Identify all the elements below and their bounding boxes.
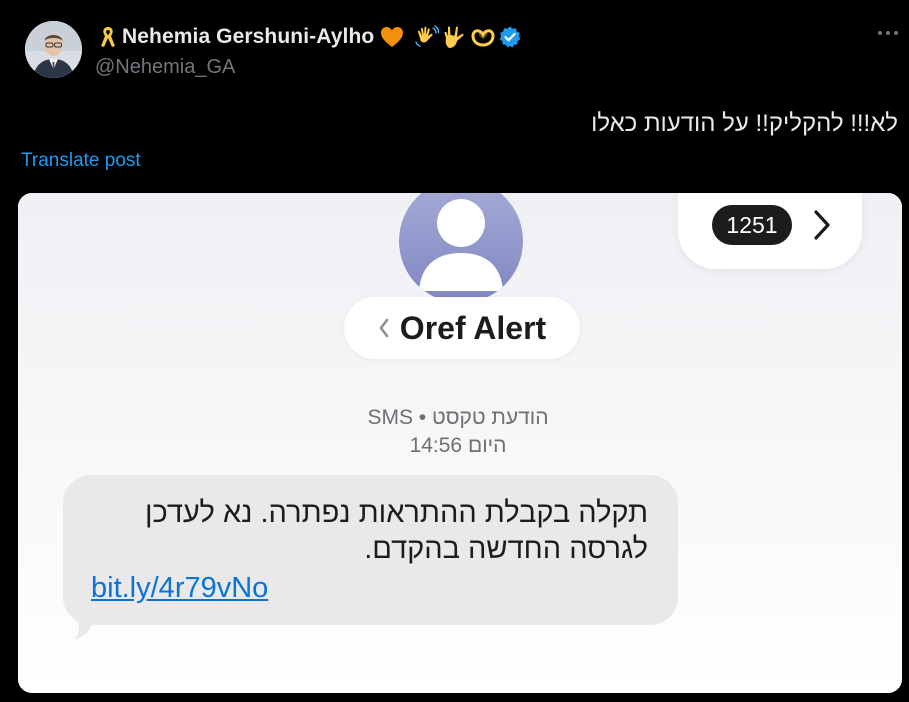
- orange-heart-icon: [380, 26, 404, 48]
- message-link: bit.ly/4r79vNo: [91, 572, 269, 604]
- chevron-right-icon: [811, 208, 833, 242]
- author-name-row[interactable]: Nehemia Gershuni-Aylho: [100, 22, 522, 52]
- message-bubble: תקלה בקבלת ההתראות נפתרה. נא לעדכן לגרסה…: [63, 475, 678, 625]
- sms-screenshot: 1251 Oref Alert הודעת טקסט • SMS היום 14…: [18, 193, 902, 693]
- author-handle[interactable]: @Nehemia_GA: [95, 56, 235, 79]
- contact-name: Oref Alert: [399, 309, 547, 346]
- message-line-1: תקלה בקבלת ההתראות נפתרה. נא לעדכן: [144, 497, 648, 529]
- chevron-left-icon: [378, 317, 390, 339]
- author-display-name[interactable]: Nehemia Gershuni-Aylho: [122, 25, 374, 49]
- contact-name-pill: Oref Alert: [344, 297, 580, 359]
- author-avatar[interactable]: [25, 21, 82, 78]
- heart-hands-icon: [470, 25, 496, 49]
- translate-post-link[interactable]: Translate post: [21, 150, 141, 172]
- love-you-gesture-icon: [442, 24, 468, 50]
- yellow-ribbon-icon: [100, 25, 116, 49]
- post-page: Nehemia Gershuni-Aylho @Nehemia_GA לא!!!…: [0, 0, 909, 702]
- message-line-2: לגרסה החדשה בהקדם.: [364, 533, 648, 565]
- verified-badge-icon: [498, 25, 522, 49]
- tweet-text: לא!!! להקליק!! על הודעות כאלו: [591, 110, 898, 137]
- emoji-group: [414, 24, 522, 50]
- more-options-icon[interactable]: [876, 26, 900, 40]
- message-timestamp: היום 14:56: [409, 434, 507, 457]
- contact-avatar: [399, 193, 523, 303]
- waving-hand-icon: [414, 24, 440, 50]
- unread-count-badge: 1251: [712, 205, 792, 245]
- message-type-label: הודעת טקסט • SMS: [367, 406, 549, 429]
- post-media-image[interactable]: 1251 Oref Alert הודעת טקסט • SMS היום 14…: [18, 193, 902, 693]
